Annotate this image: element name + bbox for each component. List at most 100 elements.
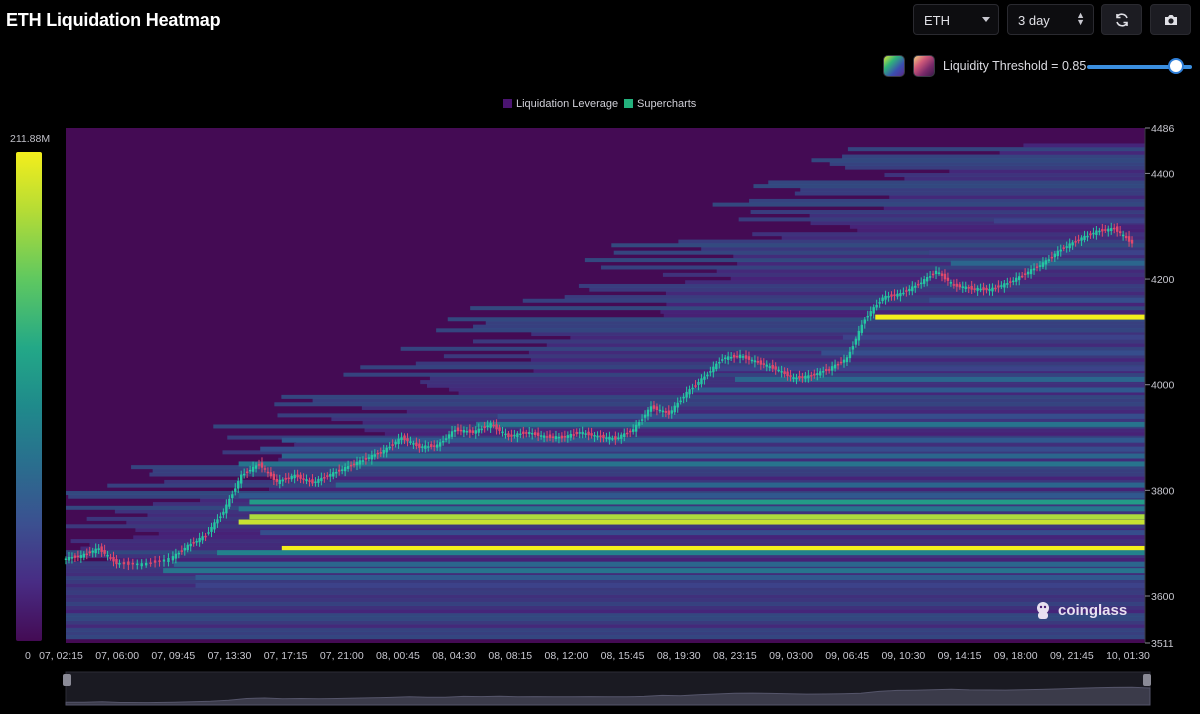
price-candle <box>863 319 866 324</box>
price-candle <box>379 452 382 454</box>
price-candle <box>566 435 570 438</box>
price-candle <box>1003 283 1006 288</box>
liquidation-band <box>842 334 1145 340</box>
heatmap-cell-band <box>883 206 1145 211</box>
price-candle <box>851 346 855 350</box>
price-candle <box>1098 230 1101 233</box>
price-candle <box>459 429 463 432</box>
price-candle <box>1127 236 1131 242</box>
price-candle <box>670 410 673 414</box>
price-candle <box>578 432 581 434</box>
heatmap-cell-band <box>665 291 1145 296</box>
range-handle-right[interactable] <box>1143 674 1151 686</box>
price-candle <box>673 405 676 413</box>
price-candle <box>1092 232 1095 235</box>
price-candle <box>931 273 935 276</box>
heatmap-cell-band <box>66 631 1145 636</box>
heatmap-cell-band <box>66 594 1145 599</box>
y-tick-label: 3800 <box>1151 485 1175 497</box>
price-candle <box>278 479 281 484</box>
price-candle <box>1077 239 1080 242</box>
price-candle <box>1089 233 1092 236</box>
price-candle <box>563 436 567 438</box>
price-candle <box>495 424 498 430</box>
price-candle <box>572 434 575 436</box>
liquidation-band <box>238 493 1145 499</box>
heatmap-cell-band <box>470 306 1145 311</box>
liquidation-band <box>249 514 1145 520</box>
range-handle-left[interactable] <box>63 674 71 686</box>
price-candle <box>427 446 430 448</box>
price-candle <box>914 285 917 288</box>
price-candle <box>486 425 489 428</box>
price-candle <box>533 432 537 436</box>
price-candle <box>557 436 561 439</box>
price-candle <box>174 553 178 559</box>
price-candle <box>694 385 697 387</box>
price-candle <box>637 422 641 426</box>
price-candle <box>144 562 148 566</box>
heatmap-cell-band <box>268 487 1146 492</box>
heatmap-cell-band <box>406 409 1145 414</box>
price-candle <box>213 522 216 530</box>
liquidation-band <box>195 582 1146 588</box>
price-candle <box>551 436 555 438</box>
price-candle <box>248 469 252 472</box>
price-candle <box>403 435 406 441</box>
heatmap-cell-band <box>809 213 1145 218</box>
heatmap-cell-band <box>847 147 1145 152</box>
price-candle <box>302 478 305 480</box>
price-candle <box>1113 227 1116 230</box>
price-candle <box>991 287 994 292</box>
heatmap-cell-band <box>66 598 1145 603</box>
liquidation-band <box>173 561 1145 567</box>
price-candle <box>1047 259 1051 261</box>
price-candle <box>308 480 311 482</box>
x-tick-label: 07, 02:15 <box>39 650 83 662</box>
price-candle <box>287 477 290 480</box>
price-candle <box>878 302 881 304</box>
heatmap-cell-band <box>361 405 1146 410</box>
liquidation-band <box>993 218 1145 224</box>
price-candle <box>917 283 920 286</box>
price-candle <box>444 438 448 440</box>
price-candle <box>848 351 852 359</box>
price-candle <box>115 558 118 565</box>
price-candle <box>100 546 103 552</box>
price-candle <box>361 460 365 462</box>
price-candle <box>536 432 540 436</box>
price-candle <box>406 438 409 442</box>
price-candle <box>810 375 813 377</box>
price-candle <box>483 426 486 428</box>
price-candle <box>679 400 682 403</box>
price-candle <box>1006 283 1009 285</box>
heatmap-cell-band <box>66 590 1145 595</box>
price-candle <box>355 462 359 466</box>
x-tick-label: 07, 17:15 <box>264 650 308 662</box>
heatmap-cell-band <box>999 150 1145 155</box>
price-candle <box>1032 268 1036 271</box>
heatmap-cell-band <box>400 346 1145 351</box>
price-candle <box>158 560 161 562</box>
heatmap-chart[interactable]: 4486 4400 4200 4000 3800 3600 3511 07, 02:15 07,… <box>0 0 1200 714</box>
heatmap-cell-band <box>750 210 1145 215</box>
price-candle <box>263 468 267 470</box>
liquidation-band <box>476 421 1145 427</box>
price-candle <box>153 560 157 563</box>
price-candle <box>216 519 219 524</box>
price-candle <box>857 330 861 341</box>
price-candle <box>400 437 403 441</box>
price-candle <box>149 562 152 564</box>
price-candle <box>349 464 353 467</box>
x-tick-label: 08, 12:00 <box>545 650 589 662</box>
price-candle <box>192 542 195 544</box>
price-candle <box>836 363 840 366</box>
heatmap-cell-band <box>749 198 1145 203</box>
liquidation-band <box>195 575 1146 581</box>
liquidation-band <box>249 499 1145 505</box>
price-candle <box>539 435 543 437</box>
price-candle <box>70 557 74 559</box>
price-candle <box>827 369 831 371</box>
heatmap-cell-band <box>730 276 1145 281</box>
price-candle <box>771 364 774 369</box>
